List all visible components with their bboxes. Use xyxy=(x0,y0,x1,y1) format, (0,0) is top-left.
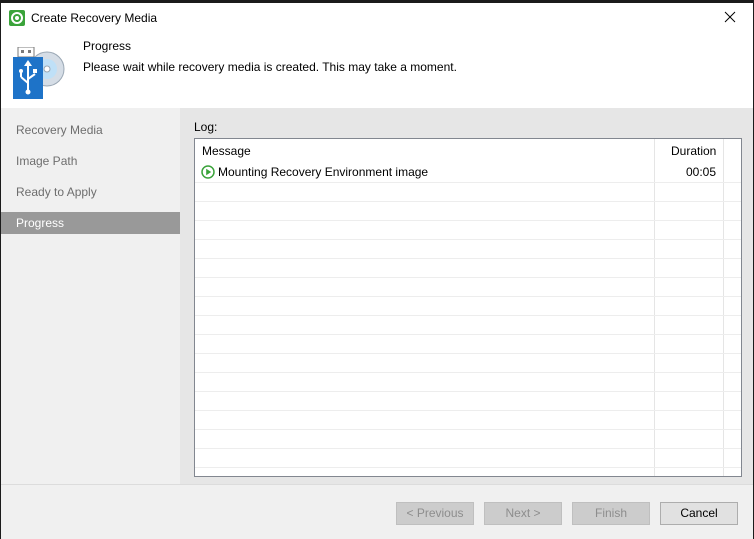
step-recovery-media[interactable]: Recovery Media xyxy=(1,119,180,141)
column-header-duration[interactable]: Duration xyxy=(671,139,716,163)
row-divider xyxy=(195,296,741,297)
row-divider xyxy=(195,239,741,240)
dialog-window: Create Recovery Media Progress Please wa… xyxy=(1,3,753,539)
row-divider xyxy=(195,467,741,468)
close-button[interactable] xyxy=(707,3,753,32)
row-divider xyxy=(195,372,741,373)
row-divider xyxy=(195,410,741,411)
column-divider xyxy=(654,139,655,476)
row-divider xyxy=(195,258,741,259)
log-table[interactable]: Message Duration Mounting Recovery Envir… xyxy=(194,138,742,477)
row-divider xyxy=(195,201,741,202)
row-divider xyxy=(195,277,741,278)
row-divider xyxy=(195,315,741,316)
row-divider xyxy=(195,353,741,354)
row-divider xyxy=(195,429,741,430)
column-divider xyxy=(723,139,724,476)
row-divider xyxy=(195,182,741,183)
log-label: Log: xyxy=(194,120,218,134)
row-divider xyxy=(195,448,741,449)
wizard-header: Progress Please wait while recovery medi… xyxy=(1,32,753,108)
log-row[interactable]: Mounting Recovery Environment image 00:0… xyxy=(195,163,725,182)
page-title: Progress xyxy=(83,39,132,53)
step-image-path[interactable]: Image Path xyxy=(1,150,180,172)
app-icon xyxy=(9,10,25,26)
previous-button[interactable]: < Previous xyxy=(396,502,474,525)
window-title: Create Recovery Media xyxy=(31,11,158,25)
usb-recovery-icon xyxy=(13,47,65,99)
page-description: Please wait while recovery media is crea… xyxy=(83,60,457,74)
play-status-icon xyxy=(201,165,215,179)
button-bar: < Previous Next > Finish Cancel xyxy=(1,484,753,539)
step-progress[interactable]: Progress xyxy=(1,212,180,234)
row-divider xyxy=(195,220,741,221)
row-divider xyxy=(195,334,741,335)
log-message: Mounting Recovery Environment image xyxy=(218,165,429,179)
cancel-button[interactable]: Cancel xyxy=(660,502,738,525)
log-duration: 00:05 xyxy=(685,165,716,179)
column-header-message[interactable]: Message xyxy=(202,139,251,163)
close-icon xyxy=(724,11,736,23)
step-ready-to-apply[interactable]: Ready to Apply xyxy=(1,181,180,203)
finish-button[interactable]: Finish xyxy=(572,502,650,525)
title-bar: Create Recovery Media xyxy=(1,3,753,32)
wizard-steps-sidebar: Recovery Media Image Path Ready to Apply… xyxy=(1,108,180,484)
next-button[interactable]: Next > xyxy=(484,502,562,525)
row-divider xyxy=(195,391,741,392)
content-panel: Log: Message Duration Mounting Recovery … xyxy=(180,108,753,484)
